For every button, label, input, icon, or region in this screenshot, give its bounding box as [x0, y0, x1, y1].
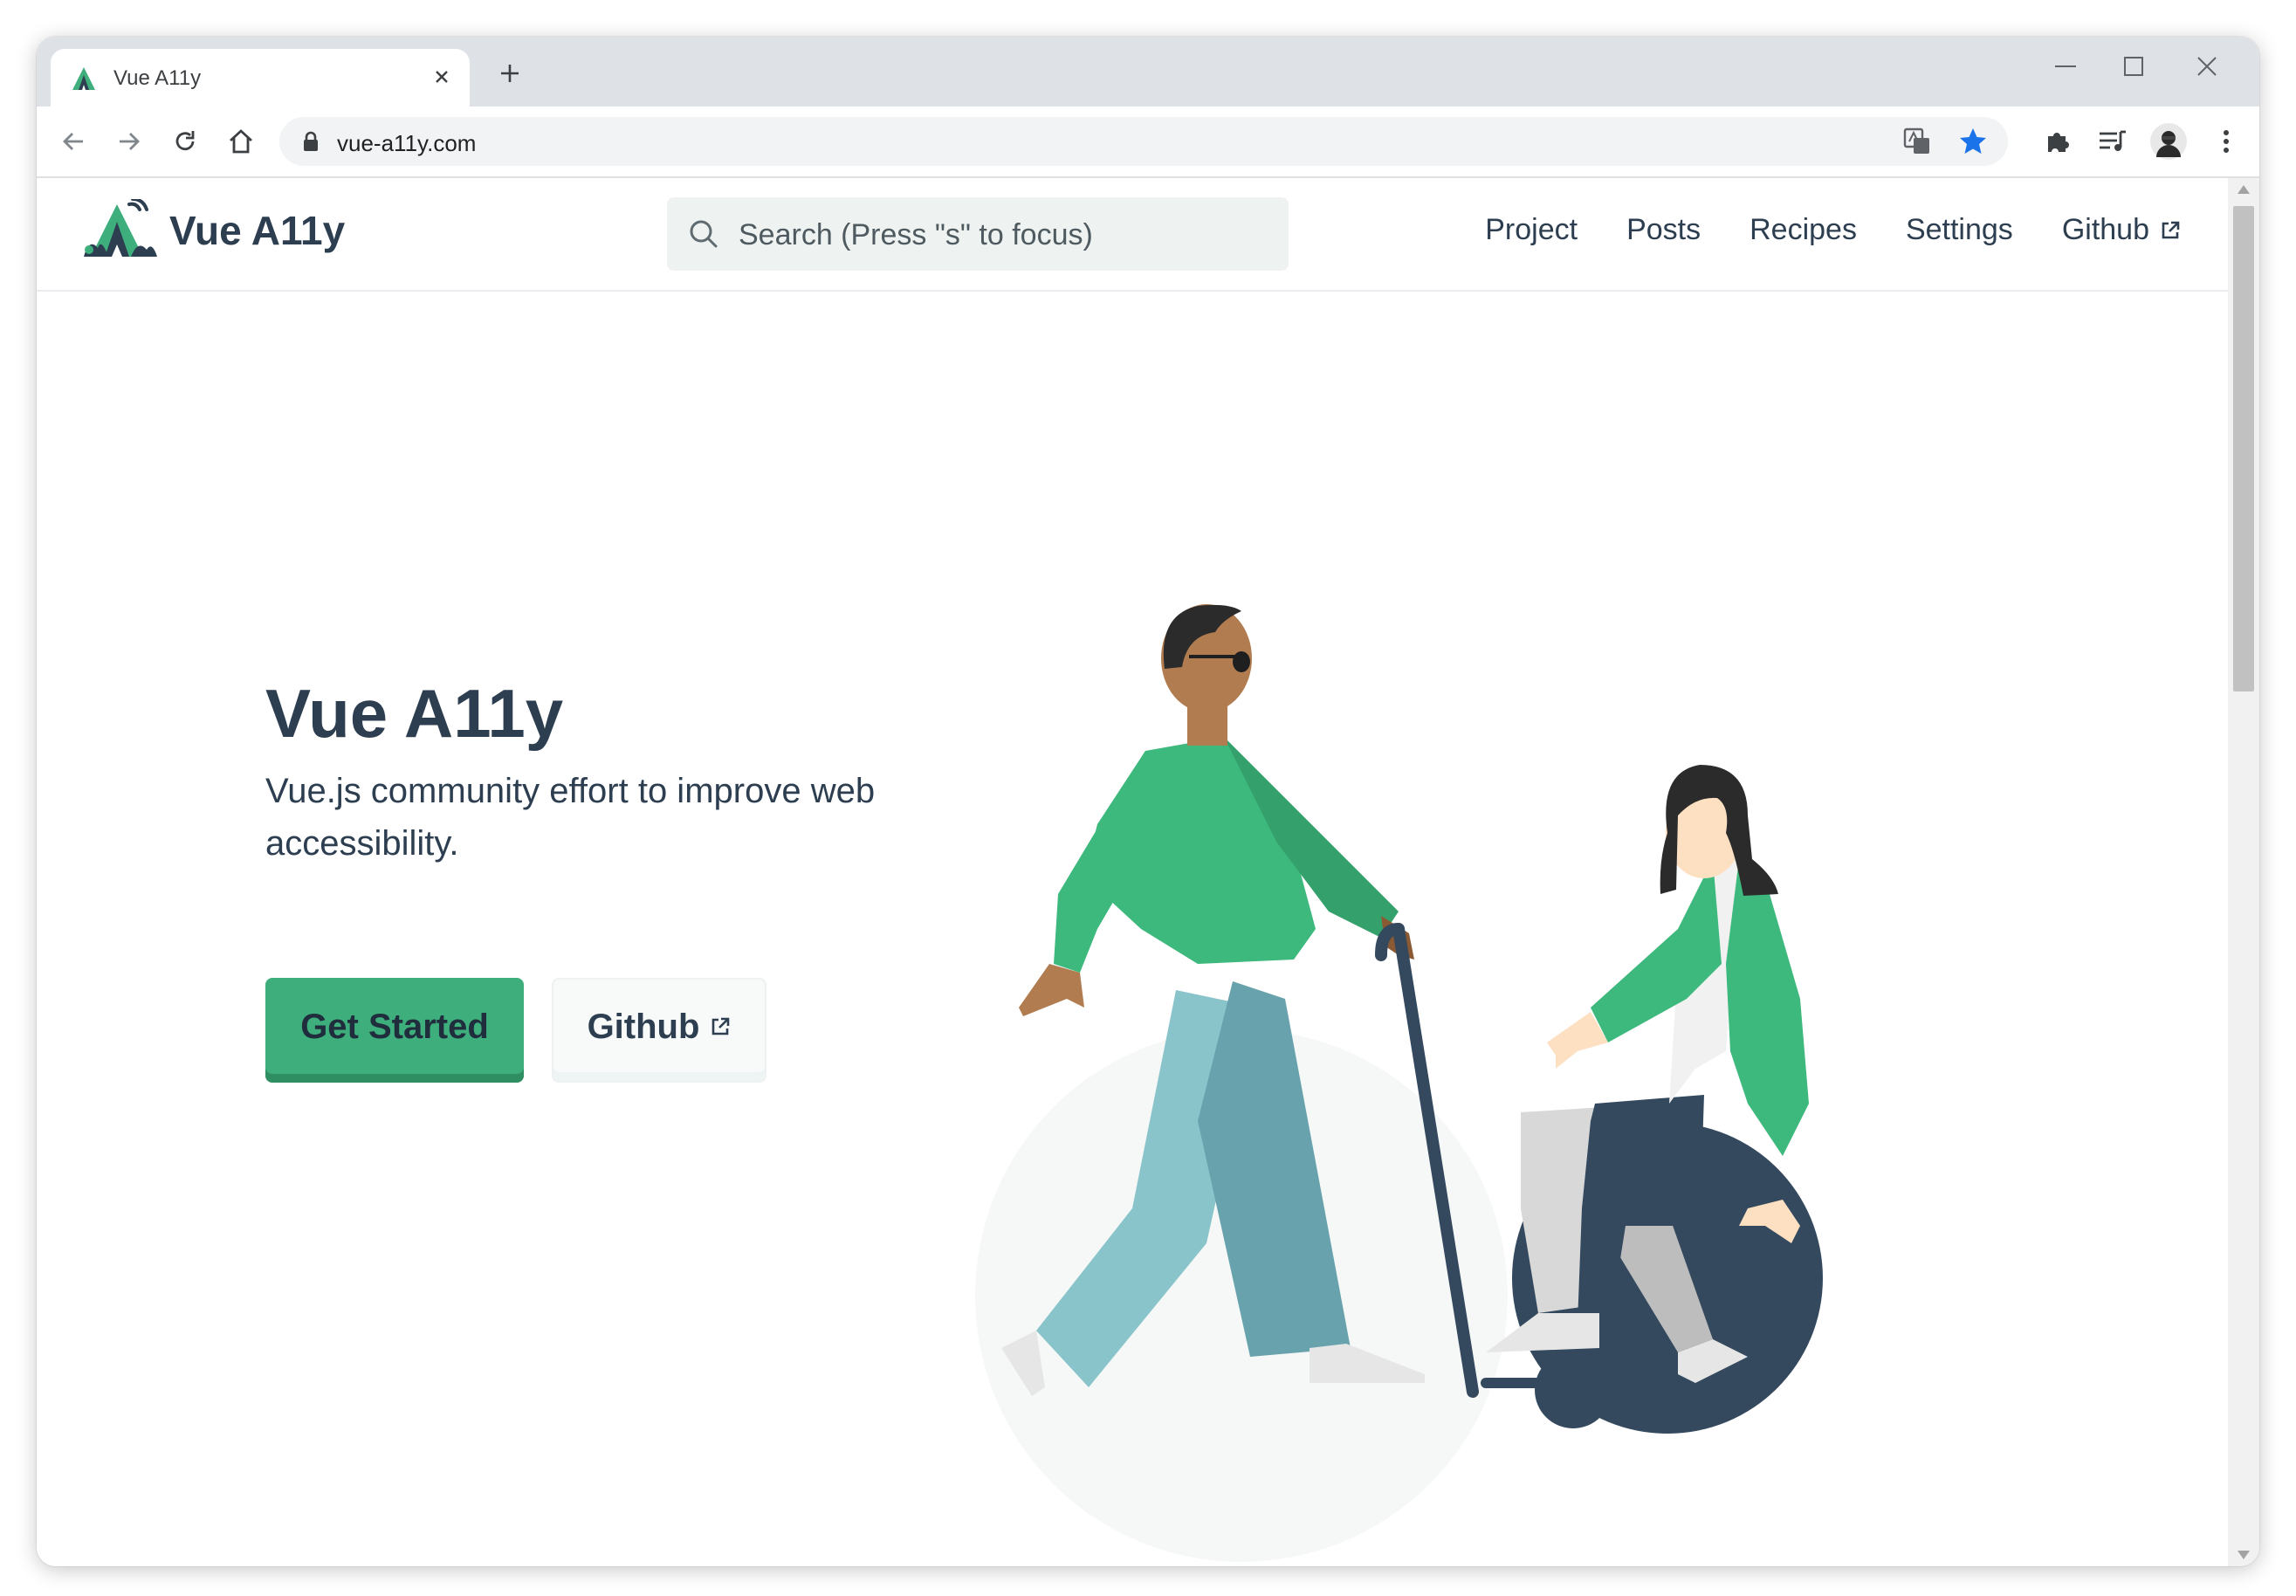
scroll-down-arrow-icon[interactable]: [2238, 1551, 2250, 1559]
nav-link-project[interactable]: Project: [1485, 213, 1578, 247]
scrollbar-thumb[interactable]: [2233, 206, 2254, 691]
address-bar[interactable]: vue-a11y.com: [279, 117, 2008, 166]
star-icon[interactable]: [1957, 126, 1989, 157]
browser-toolbar: vue-a11y.com: [37, 107, 2259, 178]
page-viewport: Vue A11y Search (Press "s" to focus) Pro…: [37, 178, 2228, 1566]
menu-kebab-icon[interactable]: [2207, 122, 2245, 161]
scroll-up-arrow-icon[interactable]: [2238, 185, 2250, 194]
external-link-icon: [2162, 221, 2180, 238]
tab-title: Vue A11y: [113, 66, 202, 90]
tab-strip: Vue A11y: [37, 37, 2259, 107]
minimize-icon[interactable]: [2039, 49, 2092, 84]
extensions-icon[interactable]: [2038, 122, 2076, 161]
close-icon[interactable]: [426, 61, 457, 93]
forward-icon[interactable]: [110, 122, 148, 161]
reading-list-icon[interactable]: [2093, 122, 2132, 161]
vue-a11y-logo-icon: [84, 199, 157, 257]
hero-title: Vue A11y: [265, 675, 564, 752]
home-logo-link[interactable]: Vue A11y: [82, 199, 345, 262]
nav-link-settings[interactable]: Settings: [1906, 213, 2013, 247]
nav-link-posts[interactable]: Posts: [1626, 213, 1701, 247]
get-started-button[interactable]: Get Started: [265, 978, 524, 1083]
search-placeholder: Search (Press "s" to focus): [739, 218, 1093, 251]
nav-link-recipes[interactable]: Recipes: [1749, 213, 1857, 247]
external-link-icon: [712, 1017, 730, 1035]
brand-name: Vue A11y: [169, 208, 346, 253]
lock-icon[interactable]: [302, 131, 320, 152]
translate-icon[interactable]: [1903, 127, 1931, 155]
avatar[interactable]: [2149, 122, 2188, 161]
search-input[interactable]: Search (Press "s" to focus): [667, 197, 1289, 271]
back-icon[interactable]: [54, 122, 93, 161]
page-scrollbar[interactable]: [2228, 178, 2259, 1566]
favicon-vue-a11y: [72, 67, 95, 90]
home-icon[interactable]: [222, 122, 260, 161]
browser-window: Vue A11y vue-a11y.com Vue A11y Search (P…: [37, 37, 2259, 1566]
site-nav-links: Project Posts Recipes Settings Github: [1485, 213, 2181, 247]
search-icon: [690, 220, 718, 248]
site-navbar: Vue A11y Search (Press "s" to focus) Pro…: [37, 178, 2228, 292]
nav-link-github[interactable]: Github: [2062, 213, 2181, 247]
hero-tagline: Vue.js community effort to improve web a…: [265, 772, 876, 863]
browser-tab[interactable]: Vue A11y: [51, 49, 470, 107]
plus-icon[interactable]: [491, 54, 529, 93]
hero-illustration: [975, 604, 1823, 1562]
maximize-icon[interactable]: [2107, 49, 2160, 84]
github-button[interactable]: Github: [552, 978, 766, 1083]
wheelchair-user-figure: [1481, 765, 1823, 1434]
url-text[interactable]: vue-a11y.com: [337, 130, 476, 157]
reload-icon[interactable]: [166, 122, 204, 161]
close-window-icon[interactable]: [2181, 49, 2233, 84]
